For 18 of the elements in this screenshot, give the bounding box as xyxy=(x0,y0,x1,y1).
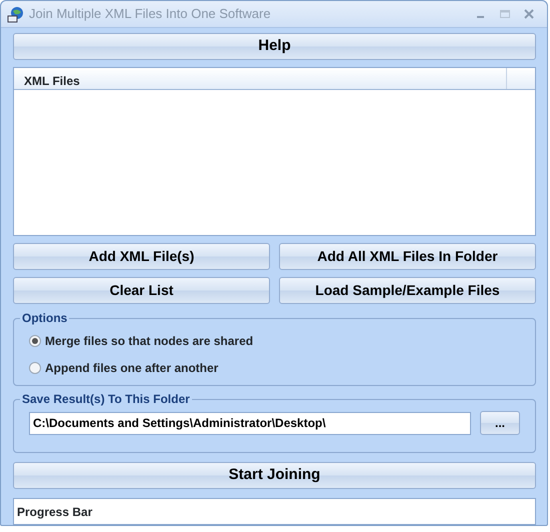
browse-button[interactable]: ... xyxy=(480,411,520,435)
radio-button[interactable] xyxy=(29,335,41,347)
file-list[interactable]: XML Files xyxy=(13,67,536,236)
radio-button[interactable] xyxy=(29,362,41,374)
action-button[interactable]: Add All XML Files In Folder xyxy=(279,243,536,270)
action-button[interactable]: Clear List xyxy=(13,277,270,304)
group-title: Options xyxy=(20,310,70,326)
group-title: Save Result(s) To This Folder xyxy=(20,391,192,407)
window-title: Join Multiple XML Files Into One Software xyxy=(29,5,272,24)
action-button[interactable]: Add XML File(s) xyxy=(13,243,270,270)
option-label: Merge files so that nodes are shared xyxy=(45,333,254,350)
app-icon xyxy=(7,5,25,23)
action-button[interactable]: Load Sample/Example Files xyxy=(279,277,536,304)
column-header[interactable]: XML Files xyxy=(14,68,507,89)
start-button[interactable]: Start Joining xyxy=(13,462,536,489)
folder-path-field[interactable]: C:\Documents and Settings\Administrator\Desktop\ xyxy=(29,412,471,434)
help-button[interactable]: Help xyxy=(13,33,536,60)
option-label: Append files one after another xyxy=(45,360,218,377)
